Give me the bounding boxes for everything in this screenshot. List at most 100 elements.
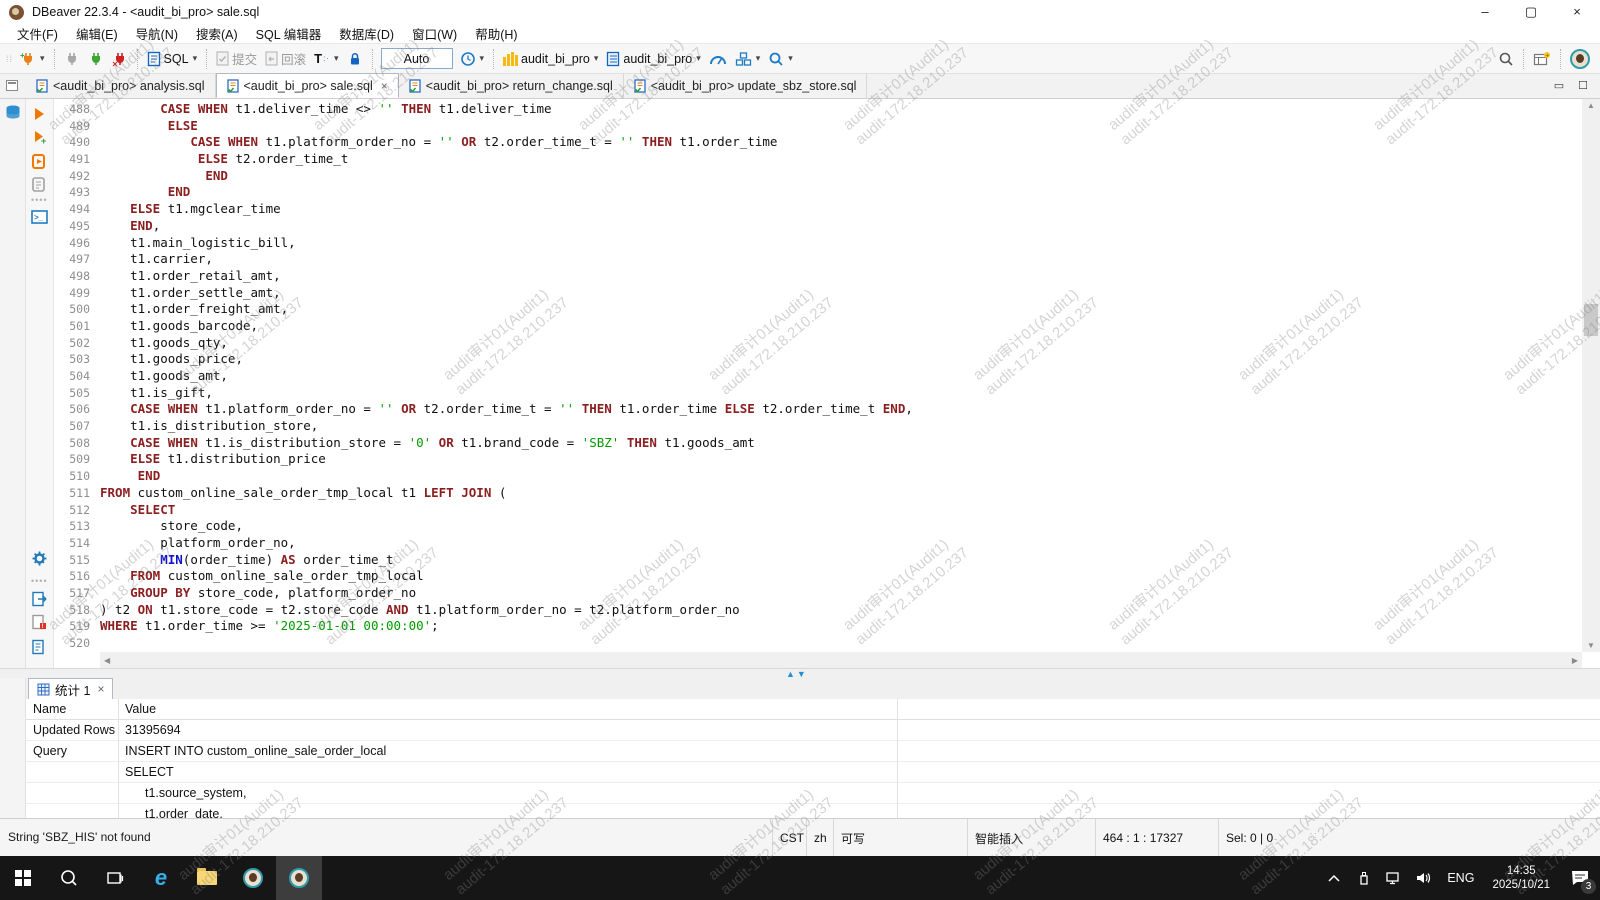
taskbar-clock[interactable]: 14:35 2025/10/21 [1482,864,1560,892]
menu-item[interactable]: SQL 编辑器 [247,22,331,45]
folder-icon [197,871,217,885]
tray-chevron-up-icon[interactable] [1319,856,1349,900]
tray-usb-icon[interactable] [1349,856,1379,900]
editor-tab[interactable]: <audit_bi_pro> update_sbz_store.sql [624,73,868,98]
settings-gear-icon[interactable] [31,550,48,572]
menu-item[interactable]: 帮助(H) [466,22,526,45]
transaction-log-button[interactable]: T :· ▾ [311,49,341,68]
dbeaver-perspective-button[interactable] [1567,47,1593,71]
file-explorer-button[interactable] [184,856,230,900]
dbeaver-taskbar-button-active[interactable] [276,856,322,900]
scroll-up-icon[interactable]: ▲ [1582,101,1600,110]
commit-mode-select[interactable]: Auto [381,48,453,69]
table-row[interactable]: t1.source_system, [26,783,1600,804]
quick-search-button[interactable] [1495,49,1517,69]
invalidate-connection-button[interactable] [85,49,107,69]
status-item[interactable]: zh [806,819,833,857]
close-button[interactable]: × [1554,0,1600,24]
code-text: t1.main_logistic_bill, [100,235,296,252]
open-perspective-button[interactable]: + [1530,49,1554,69]
file-warning-button[interactable]: ! [31,614,48,635]
toolbar-grip: ⁞⁞ [6,54,13,64]
code-line: 502 t1.goods_qty, [54,335,1582,352]
execute-statement-button[interactable] [31,106,47,127]
maximize-editor-icon[interactable]: ☐ [1578,79,1588,92]
line-number: 512 [54,502,100,519]
dbeaver-logo-icon [243,868,263,888]
notification-badge: 3 [1581,879,1596,894]
editor-tab[interactable]: <audit_bi_pro> return_change.sql [399,73,624,98]
panel-sash[interactable]: ▲▼ [0,668,1600,678]
menu-item[interactable]: 导航(N) [127,22,187,45]
dbeaver-taskbar-button[interactable] [230,856,276,900]
transaction-timeout-button[interactable]: ▾ [457,49,488,69]
chevron-down-icon: ▾ [594,53,599,64]
export-result-button[interactable] [31,591,48,612]
table-row[interactable]: QueryINSERT INTO custom_online_sale_orde… [26,741,1600,762]
database-navigator-icon[interactable] [4,104,22,127]
table-row[interactable]: t1.order_date, [26,804,1600,818]
restore-panel-icon[interactable] [6,80,18,91]
action-center-button[interactable]: 3 [1560,856,1600,900]
close-icon[interactable]: × [97,682,104,696]
status-item[interactable]: CST [772,819,806,857]
tray-network-icon[interactable] [1379,856,1409,900]
refresh-plug-icon [88,51,104,67]
horizontal-scrollbar[interactable]: ◀ ▶ [100,652,1582,668]
language-indicator[interactable]: ENG [1439,871,1482,885]
vertical-scroll-thumb[interactable] [1584,304,1598,336]
maximize-button[interactable]: ▢ [1508,0,1554,24]
menu-item[interactable]: 编辑(E) [67,22,127,45]
task-view-button[interactable] [92,856,138,900]
execute-script-button[interactable] [31,153,48,175]
column-header-value[interactable]: Value [118,699,156,719]
vertical-scrollbar[interactable]: ▲ ▼ [1582,99,1600,652]
lock-button[interactable] [344,49,366,69]
title-bar: DBeaver 22.3.4 - <audit_bi_pro> sale.sql… [0,0,1600,24]
connect-button[interactable] [61,49,83,69]
menu-item[interactable]: 数据库(D) [330,22,403,45]
sql-file-icon [227,79,239,93]
editor-tab[interactable]: <audit_bi_pro> sale.sql× [216,73,399,98]
file-log-button[interactable] [31,639,48,660]
menu-item[interactable]: 搜索(A) [187,22,247,45]
scroll-right-icon[interactable]: ▶ [1572,656,1578,665]
search-button[interactable]: ▾ [765,49,796,69]
sql-editor-button[interactable]: SQL ▾ [144,49,201,69]
dashboard-button[interactable] [706,49,730,69]
status-item[interactable]: 可写 [833,819,967,857]
packages-button[interactable]: ▾ [732,49,764,69]
sql-console-button[interactable]: >_ [31,209,48,230]
minimize-editor-icon[interactable]: ▭ [1554,79,1564,92]
menu-item[interactable]: 窗口(W) [403,22,466,45]
execute-new-tab-button[interactable]: + [31,129,47,150]
taskbar-search-button[interactable] [46,856,92,900]
scroll-left-icon[interactable]: ◀ [104,656,110,665]
tab-statistics[interactable]: 统计 1 × [28,678,113,699]
close-icon[interactable]: × [381,79,388,93]
results-tab-bar: 统计 1 × [26,678,1600,699]
status-item[interactable]: 智能插入 [967,819,1095,857]
disconnect-button[interactable] [109,49,131,69]
column-divider[interactable] [897,699,898,818]
line-number: 494 [54,201,100,218]
scroll-down-icon[interactable]: ▼ [1582,641,1600,650]
start-button[interactable] [0,856,46,900]
rollback-button[interactable]: 回滚 [262,47,309,70]
ie-icon: e [155,868,167,888]
column-header-name[interactable]: Name [26,699,118,719]
new-connection-button[interactable]: + ▾ [17,49,48,69]
commit-button[interactable]: 提交 [213,47,260,70]
internet-explorer-button[interactable]: e [138,856,184,900]
code-line: 517 GROUP BY store_code, platform_order_… [54,585,1582,602]
minimize-button[interactable]: – [1462,0,1508,24]
table-row[interactable]: Updated Rows31395694 [26,720,1600,741]
database-selector[interactable]: audit_bi_pro ▾ [603,49,703,69]
connection-selector[interactable]: audit_bi_pro ▾ [500,50,601,68]
tray-volume-icon[interactable] [1409,856,1439,900]
sql-code-editor[interactable]: 488 CASE WHEN t1.deliver_time <> '' THEN… [54,99,1600,652]
editor-tab[interactable]: <audit_bi_pro> analysis.sql [26,73,216,98]
table-row[interactable]: SELECT [26,762,1600,783]
column-divider[interactable] [118,699,119,818]
menu-item[interactable]: 文件(F) [8,22,67,45]
